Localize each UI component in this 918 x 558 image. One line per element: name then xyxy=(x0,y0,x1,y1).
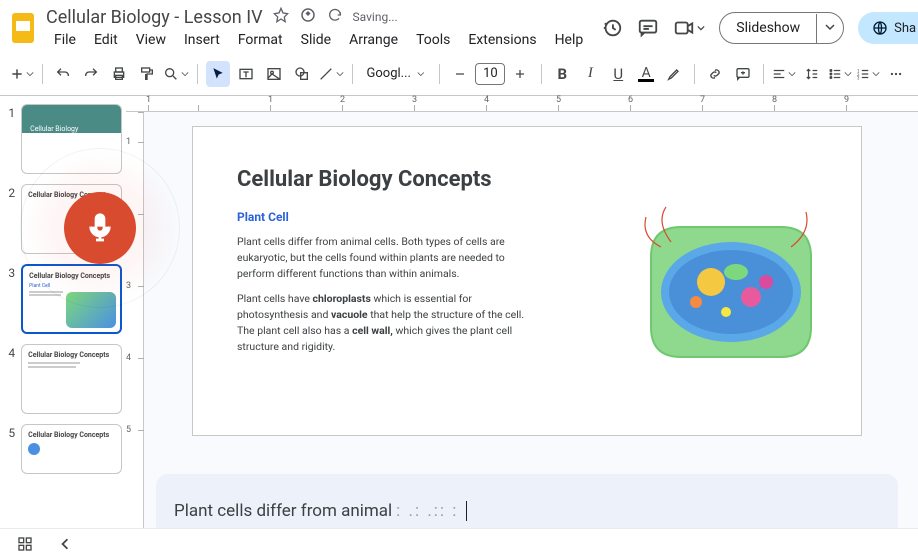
font-selector[interactable]: Googl... xyxy=(361,66,431,81)
thumb-number: 4 xyxy=(4,344,15,360)
paint-format-button[interactable] xyxy=(135,61,159,87)
slide-body-text[interactable]: Plant cells differ from animal cells. Bo… xyxy=(237,234,537,354)
thumb-number: 2 xyxy=(4,184,15,200)
saving-status: Saving... xyxy=(353,10,398,24)
star-icon[interactable] xyxy=(273,7,289,27)
image-tool[interactable] xyxy=(262,61,286,87)
font-size-input[interactable]: 10 xyxy=(475,63,505,85)
menu-help[interactable]: Help xyxy=(547,30,592,50)
thumb-number: 1 xyxy=(4,104,15,120)
comments-icon[interactable] xyxy=(637,17,659,39)
slide-title[interactable]: Cellular Biology Concepts xyxy=(237,167,817,192)
align-button[interactable] xyxy=(772,61,796,87)
slide-thumbnail-5[interactable]: Cellular Biology Concepts xyxy=(21,424,122,474)
bullet-list-button[interactable] xyxy=(828,61,852,87)
line-spacing-button[interactable] xyxy=(800,61,824,87)
share-label: Sha xyxy=(894,21,916,36)
text-cursor xyxy=(466,501,467,521)
menu-file[interactable]: File xyxy=(46,30,84,50)
text-color-button[interactable]: A xyxy=(634,61,658,87)
thumb-number: 5 xyxy=(4,424,15,440)
italic-button[interactable]: I xyxy=(578,61,602,87)
highlight-button[interactable] xyxy=(662,61,686,87)
share-button[interactable]: Sha xyxy=(858,12,918,44)
font-name-label: Googl... xyxy=(367,66,411,81)
zoom-button[interactable] xyxy=(163,61,189,87)
menu-edit[interactable]: Edit xyxy=(86,30,126,50)
link-button[interactable] xyxy=(703,61,727,87)
bold-button[interactable]: B xyxy=(550,61,574,87)
grid-view-icon[interactable] xyxy=(12,531,38,557)
add-comment-button[interactable] xyxy=(731,61,755,87)
vertical-ruler[interactable]: 1 2 3 4 5 xyxy=(126,112,144,558)
move-icon[interactable] xyxy=(299,6,317,28)
svg-text:3: 3 xyxy=(857,75,860,80)
undo-button[interactable] xyxy=(51,61,75,87)
decrease-font-button[interactable] xyxy=(447,61,473,87)
redo-button[interactable] xyxy=(79,61,103,87)
print-button[interactable] xyxy=(107,61,131,87)
plant-cell-image[interactable] xyxy=(631,197,831,377)
slideshow-dropdown[interactable] xyxy=(816,14,843,43)
more-tools-button[interactable] xyxy=(884,61,908,87)
history-icon[interactable] xyxy=(601,17,623,39)
slideshow-main-button[interactable]: Slideshow xyxy=(720,13,816,43)
select-tool[interactable] xyxy=(206,61,230,87)
title-bar: Cellular Biology - Lesson IV Saving... F… xyxy=(0,0,918,56)
app-logo-icon[interactable] xyxy=(10,10,36,46)
numbered-list-button[interactable]: 123 xyxy=(856,61,880,87)
thumb-number: 3 xyxy=(4,264,15,280)
voice-pending-text: : .: .:: : xyxy=(396,501,458,521)
bottom-bar xyxy=(0,528,918,558)
slide-thumbnail-4[interactable]: Cellular Biology Concepts xyxy=(21,344,122,414)
menu-view[interactable]: View xyxy=(128,30,174,50)
menu-bar: File Edit View Insert Format Slide Arran… xyxy=(46,30,591,50)
line-tool[interactable] xyxy=(318,61,344,87)
horizontal-ruler[interactable]: 1 1 2 3 4 5 6 7 8 9 xyxy=(126,96,918,112)
menu-format[interactable]: Format xyxy=(230,30,291,50)
menu-slide[interactable]: Slide xyxy=(293,30,339,50)
menu-tools[interactable]: Tools xyxy=(408,30,458,50)
meet-icon[interactable] xyxy=(673,17,705,39)
menu-insert[interactable]: Insert xyxy=(176,30,228,50)
voice-transcript-text: Plant cells differ from animal xyxy=(174,501,392,521)
slide-canvas[interactable]: Cellular Biology Concepts Plant Cell Pla… xyxy=(192,126,862,436)
microphone-button[interactable] xyxy=(64,192,136,264)
slide-thumbnail-1[interactable]: Cellular Biology xyxy=(21,104,122,174)
toolbar: Googl... 10 B I U A 123 xyxy=(0,56,918,96)
document-title[interactable]: Cellular Biology - Lesson IV xyxy=(46,7,263,28)
menu-arrange[interactable]: Arrange xyxy=(341,30,406,50)
thumbnail-sidebar[interactable]: 1 Cellular Biology 2 Cellular Biology Conc… xyxy=(0,96,126,558)
slideshow-button: Slideshow xyxy=(719,12,844,44)
new-slide-button[interactable] xyxy=(10,61,34,87)
textbox-tool[interactable] xyxy=(234,61,258,87)
increase-font-button[interactable] xyxy=(507,61,533,87)
slide-thumbnail-3[interactable]: Cellular Biology ConceptsPlant Cell xyxy=(21,264,122,334)
collapse-icon[interactable] xyxy=(52,531,78,557)
menu-extensions[interactable]: Extensions xyxy=(460,30,544,50)
underline-button[interactable]: U xyxy=(606,61,630,87)
shape-tool[interactable] xyxy=(290,61,314,87)
cloud-status-icon[interactable] xyxy=(327,7,343,27)
canvas-area: 1 1 2 3 4 5 6 7 8 9 1 2 3 4 5 Cellular B… xyxy=(126,96,918,558)
